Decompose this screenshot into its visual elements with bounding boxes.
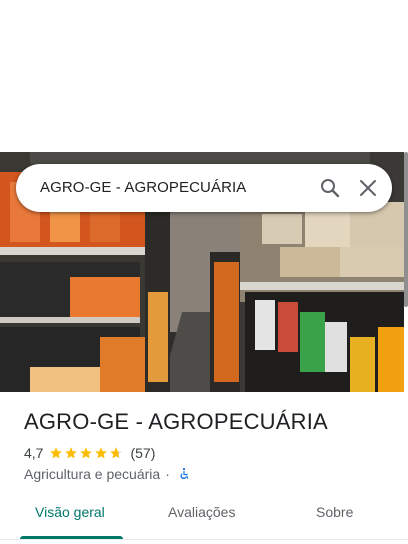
separator-dot: ·: [165, 466, 170, 482]
place-category[interactable]: Agricultura e pecuária: [24, 466, 160, 482]
rating-row[interactable]: 4,7 (57): [24, 444, 155, 462]
star-icon: [80, 447, 93, 459]
map-top-area: [0, 0, 408, 152]
star-icon: [95, 447, 108, 459]
tab-overview[interactable]: Visão geral: [35, 504, 105, 520]
close-icon[interactable]: [356, 176, 380, 200]
rating-value: 4,7: [24, 445, 44, 461]
place-title: AGRO-GE - AGROPECUÁRIA: [24, 409, 328, 434]
star-rating: [49, 446, 124, 460]
review-count[interactable]: (57): [130, 445, 155, 461]
tab-reviews[interactable]: Avaliações: [168, 504, 235, 520]
active-tab-indicator: [20, 536, 123, 539]
panel-scrollbar[interactable]: [404, 152, 408, 307]
search-box[interactable]: AGRO-GE - AGROPECUÁRIA: [16, 164, 392, 212]
category-row: Agricultura e pecuária ·: [24, 465, 191, 483]
wheelchair-icon: [180, 467, 189, 480]
star-half-icon: [110, 447, 123, 459]
star-icon: [65, 447, 78, 459]
search-input[interactable]: AGRO-GE - AGROPECUÁRIA: [40, 179, 246, 196]
star-icon: [50, 447, 63, 459]
place-tabs: Visão geral Avaliações Sobre: [0, 494, 408, 540]
search-icon[interactable]: [318, 176, 342, 200]
tab-about[interactable]: Sobre: [316, 504, 353, 520]
